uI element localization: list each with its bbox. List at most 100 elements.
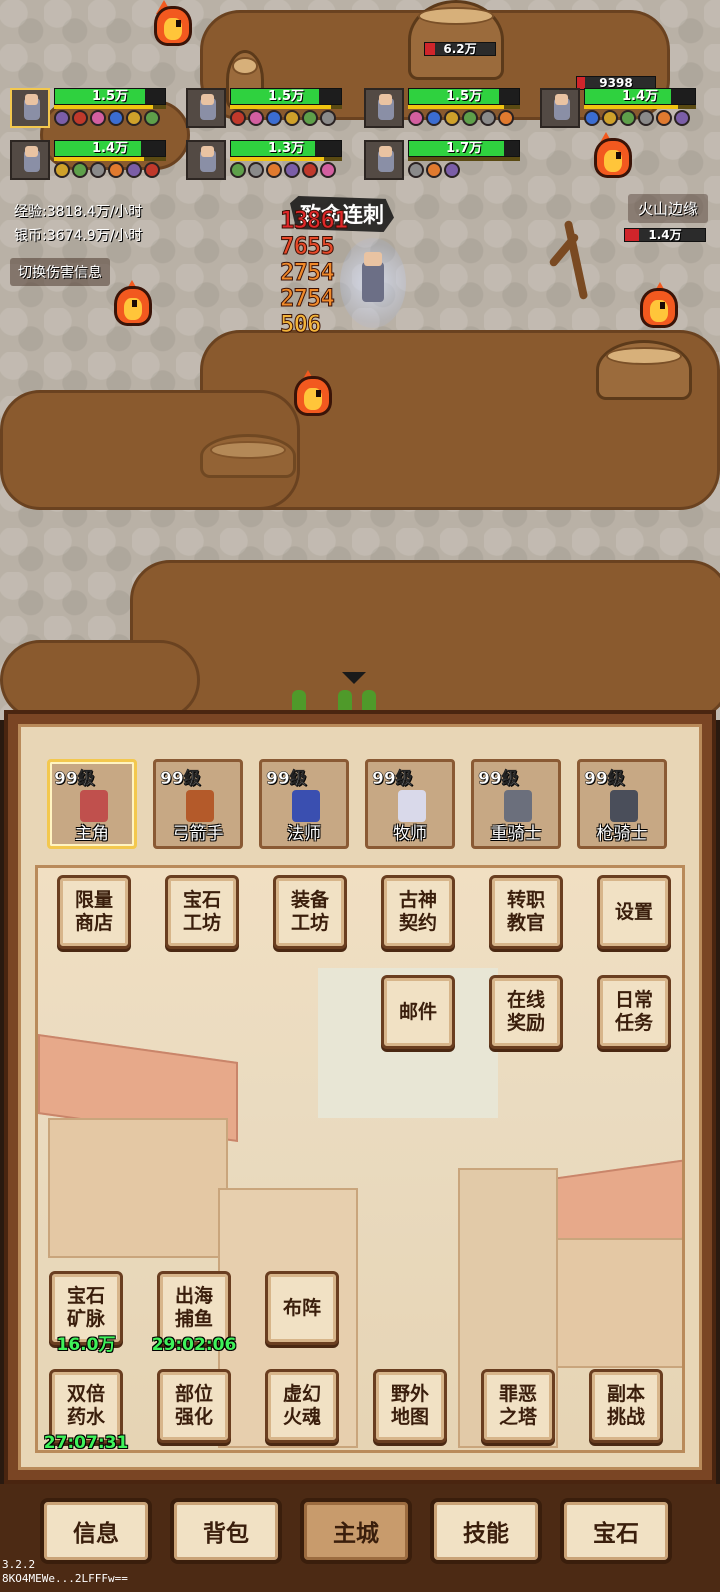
party-member-card[interactable]: 1.4万	[540, 88, 698, 132]
roster-hero-sprite	[398, 790, 426, 822]
daily-tasks-button[interactable]: 日常 任务	[597, 975, 671, 1049]
party-member-card[interactable]: 1.5万	[186, 88, 344, 132]
roster-hero-slot[interactable]: 99级 牧师	[365, 759, 455, 849]
roster-hero-slot[interactable]: 99级 法师	[259, 759, 349, 849]
roster-hero-name: 弓箭手	[172, 824, 224, 844]
sea-fishing-label: 出海 捕鱼	[174, 1285, 213, 1330]
fire-slime-enemy[interactable]	[636, 282, 682, 328]
roster-hero-slot[interactable]: 99级主角	[47, 759, 137, 849]
gem-workshop-button[interactable]: 宝石 工坊	[165, 875, 239, 949]
part-enhance-label: 部位 强化	[174, 1383, 213, 1428]
battle-field[interactable]: 6.2万 9398 1.4万 1.5万 1.5万 1.5万 1.4万 1.4万 1.3万 1…	[0, 0, 720, 720]
roster-hero-name: 主角	[75, 824, 109, 844]
skill-icon	[302, 110, 318, 126]
party-member-hp-bar: 1.5万	[54, 88, 166, 105]
party-member-hp-text: 1.5万	[267, 89, 305, 104]
part-enhance-button[interactable]: 部位 强化	[157, 1369, 231, 1443]
roster-hero-slot[interactable]: 99级 弓箭手	[153, 759, 243, 849]
enemy-hp-bar: 1.4万	[624, 228, 706, 242]
skill-icon	[72, 162, 88, 178]
toggle-damage-info-button[interactable]: 切换伤害信息	[10, 258, 110, 286]
roster-hero-level: 99级	[54, 769, 95, 790]
town-background	[35, 865, 685, 1453]
dungeon-challenge-button[interactable]: 副本 挑战	[589, 1369, 663, 1443]
double-potion-label: 双倍 药水	[66, 1383, 105, 1428]
roster-hero-slot[interactable]: 99级 枪骑士	[577, 759, 667, 849]
evil-tower-button[interactable]: 罪恶 之塔	[481, 1369, 555, 1443]
party-member-portrait	[186, 88, 226, 128]
grass	[292, 690, 306, 712]
skill-icon	[320, 162, 336, 178]
nav-city-button[interactable]: 主城	[300, 1498, 412, 1564]
tree-stump	[200, 434, 296, 478]
skill-icon	[408, 110, 424, 126]
skill-icon	[426, 162, 442, 178]
formation-button[interactable]: 布阵	[265, 1271, 339, 1345]
mail-button[interactable]: 邮件	[381, 975, 455, 1049]
nav-bag-button[interactable]: 背包	[170, 1498, 282, 1564]
roster-hero-level: 99级	[478, 769, 519, 790]
skill-icon	[284, 162, 300, 178]
skill-icon	[90, 110, 106, 126]
field-map-button[interactable]: 野外 地图	[373, 1369, 447, 1443]
skill-icon	[444, 110, 460, 126]
party-member-mp-bar	[54, 157, 166, 161]
fire-slime-enemy[interactable]	[150, 0, 196, 46]
online-reward-button[interactable]: 在线 奖励	[489, 975, 563, 1049]
party-member-skills	[230, 110, 336, 126]
party-member-mp-bar	[584, 105, 696, 109]
panel-inner: 99级 主角 99级 弓箭手 99级 法师 99级 牧师 99级 重骑士 99级 枪骑士 限量 商店 …	[18, 724, 702, 1470]
roster-hero-slot[interactable]: 99级重骑士	[471, 759, 561, 849]
roster-hero-level: 99级	[372, 769, 413, 790]
dirt-patch	[130, 560, 720, 720]
party-member-skills	[54, 162, 160, 178]
skill-icon	[674, 110, 690, 126]
skill-icon	[498, 110, 514, 126]
party-member-mp-bar	[54, 105, 166, 109]
fire-slime-enemy[interactable]	[290, 370, 336, 416]
mail-label: 邮件	[398, 1000, 437, 1023]
roster-hero-name: 重骑士	[490, 824, 542, 844]
double-potion-button[interactable]: 双倍 药水 27:07:31	[44, 1369, 128, 1453]
fire-slime-enemy[interactable]	[590, 132, 636, 178]
equipment-workshop-button[interactable]: 装备 工坊	[273, 875, 347, 949]
party-member-hp-bar: 1.5万	[230, 88, 342, 105]
damage-number: 2754	[280, 258, 336, 287]
nav-gems-button[interactable]: 宝石	[560, 1498, 672, 1564]
damage-number: 13861	[279, 206, 348, 235]
nav-skills-button[interactable]: 技能	[430, 1498, 542, 1564]
party-member-card[interactable]: 1.3万	[186, 140, 344, 184]
party-member-hp-text: 1.4万	[91, 141, 129, 156]
nav-info-button[interactable]: 信息	[40, 1498, 152, 1564]
party-member-hp-text: 1.7万	[445, 141, 483, 156]
gem-mine-button[interactable]: 宝石 矿脉 16.0万	[49, 1271, 123, 1355]
ancient-pact-button[interactable]: 古神 契约	[381, 875, 455, 949]
party-member-card[interactable]: 1.7万	[364, 140, 522, 184]
skill-icon	[426, 110, 442, 126]
skill-icon	[266, 162, 282, 178]
skill-icon	[248, 110, 264, 126]
settings-button[interactable]: 设置	[597, 875, 671, 949]
party-member-portrait	[186, 140, 226, 180]
formation-label: 布阵	[282, 1296, 321, 1319]
fire-slime-enemy[interactable]	[110, 280, 156, 326]
skill-icon	[320, 110, 336, 126]
gem-workshop-label: 宝石 工坊	[182, 889, 221, 934]
phantom-soul-button[interactable]: 虚幻 火魂	[265, 1369, 339, 1443]
job-trainer-button[interactable]: 转职 教官	[489, 875, 563, 949]
limited-shop-button[interactable]: 限量 商店	[57, 875, 131, 949]
damage-number: 506	[279, 310, 321, 339]
skill-icon	[444, 162, 460, 178]
party-member-hp-text: 1.4万	[621, 89, 659, 104]
party-member-skills	[54, 110, 160, 126]
party-member-card[interactable]: 1.5万	[10, 88, 168, 132]
skill-icon	[230, 162, 246, 178]
enemy-hp-text: 6.2万	[443, 42, 477, 56]
skill-icon	[638, 110, 654, 126]
party-member-mp-bar	[408, 105, 520, 109]
party-member-card[interactable]: 1.5万	[364, 88, 522, 132]
party-member-card[interactable]: 1.4万	[10, 140, 168, 184]
skill-icon	[54, 162, 70, 178]
sea-fishing-button[interactable]: 出海 捕鱼 29:02:06	[152, 1271, 236, 1355]
skill-icon	[620, 110, 636, 126]
